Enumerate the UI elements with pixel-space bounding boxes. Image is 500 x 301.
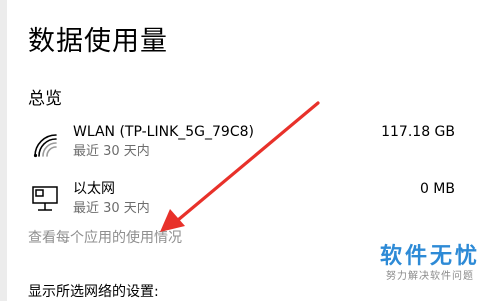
network-period: 最近 30 天内 xyxy=(73,144,150,159)
network-row-ethernet[interactable]: 以太网 最近 30 天内 0 MB xyxy=(0,180,500,224)
wifi-icon xyxy=(30,130,60,160)
watermark-subtitle: 努力解决软件问题 xyxy=(386,271,474,282)
page-title: 数据使用量 xyxy=(28,26,168,57)
watermark-title: 软件无忧 xyxy=(379,244,480,269)
network-name: WLAN (TP-LINK_5G_79C8) xyxy=(73,124,254,140)
view-per-app-usage-link[interactable]: 查看每个应用的使用情况 xyxy=(28,229,182,247)
network-period: 最近 30 天内 xyxy=(73,201,150,216)
network-row-wlan[interactable]: WLAN (TP-LINK_5G_79C8) 最近 30 天内 117.18 G… xyxy=(0,123,500,167)
ethernet-icon xyxy=(30,184,60,214)
network-usage: 0 MB xyxy=(419,181,455,197)
network-usage: 117.18 GB xyxy=(381,124,455,140)
overview-heading: 总览 xyxy=(28,89,62,109)
watermark-logo: 软件无忧 努力解决软件问题 xyxy=(366,244,494,284)
network-name: 以太网 xyxy=(73,181,115,197)
network-settings-label: 显示所选网络的设置: xyxy=(28,284,159,300)
